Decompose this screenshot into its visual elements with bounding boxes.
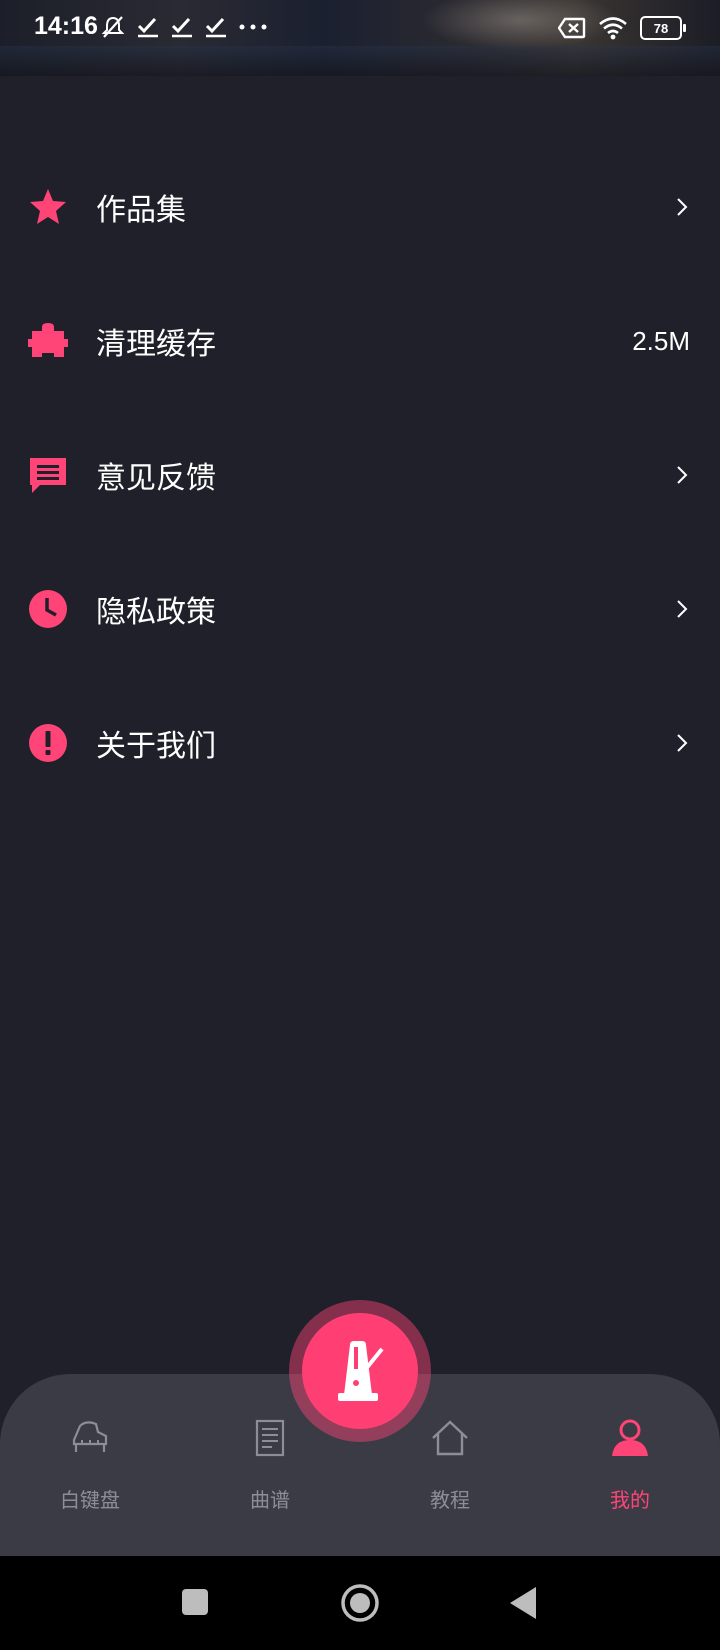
profile-page: 14:16 78 作品集 清理缓存 2.5M 意见反馈 隐私政策 关于我们 白键… bbox=[0, 0, 720, 1650]
mute-icon bbox=[101, 16, 125, 38]
settings-menu: 作品集 清理缓存 2.5M 意见反馈 隐私政策 关于我们 bbox=[0, 140, 720, 810]
chevron-right-icon bbox=[677, 198, 688, 216]
star-icon bbox=[30, 189, 66, 224]
check-icon bbox=[205, 17, 226, 38]
nav-tab-mine[interactable]: 我的 bbox=[540, 1374, 720, 1556]
nav-tab-label: 曲谱 bbox=[250, 1488, 290, 1512]
home-icon bbox=[432, 1420, 468, 1456]
nav-tab-label: 白键盘 bbox=[60, 1488, 120, 1512]
cache-size-value: 2.5M bbox=[632, 325, 690, 356]
chat-icon bbox=[30, 458, 66, 493]
menu-item-privacy-policy[interactable]: 隐私政策 bbox=[0, 542, 720, 676]
nav-tab-label: 教程 bbox=[430, 1488, 470, 1512]
battery-level: 78 bbox=[653, 20, 669, 36]
menu-item-label: 清理缓存 bbox=[96, 327, 216, 362]
check-icon bbox=[137, 17, 158, 38]
menu-item-label: 意见反馈 bbox=[96, 461, 216, 496]
metronome-button[interactable] bbox=[302, 1313, 418, 1429]
home-circle-icon[interactable] bbox=[340, 1583, 380, 1623]
chevron-right-icon bbox=[677, 600, 688, 618]
menu-item-label: 隐私政策 bbox=[96, 595, 216, 630]
sim-off-icon bbox=[558, 17, 586, 39]
menu-item-label: 关于我们 bbox=[96, 729, 216, 764]
status-bar-background-shade bbox=[0, 46, 720, 76]
check-icon bbox=[171, 17, 192, 38]
menu-item-feedback[interactable]: 意见反馈 bbox=[0, 408, 720, 542]
menu-item-about-us[interactable]: 关于我们 bbox=[0, 676, 720, 810]
system-navigation-bar bbox=[0, 1556, 720, 1650]
alert-icon bbox=[29, 724, 67, 762]
menu-item-clear-cache[interactable]: 清理缓存 2.5M bbox=[0, 274, 720, 408]
more-dots-icon bbox=[239, 24, 267, 30]
nav-tab-label: 我的 bbox=[610, 1488, 650, 1512]
back-triangle-icon[interactable] bbox=[508, 1585, 538, 1621]
menu-item-label: 作品集 bbox=[96, 193, 186, 228]
wifi-icon bbox=[599, 17, 627, 40]
sheet-icon bbox=[255, 1419, 285, 1457]
chevron-right-icon bbox=[677, 466, 688, 484]
recents-square-icon[interactable] bbox=[180, 1587, 210, 1617]
puzzle-icon bbox=[28, 323, 68, 357]
status-notification-icons bbox=[100, 14, 268, 40]
person-icon bbox=[612, 1419, 648, 1456]
status-bar: 14:16 78 bbox=[0, 0, 720, 76]
metronome-icon bbox=[338, 1341, 384, 1401]
status-system-icons: 78 bbox=[558, 14, 686, 42]
chevron-right-icon bbox=[677, 734, 688, 752]
clock-icon bbox=[29, 590, 67, 628]
nav-tab-white-keyboard[interactable]: 白键盘 bbox=[0, 1374, 180, 1556]
piano-icon bbox=[72, 1421, 108, 1452]
battery-icon: 78 bbox=[640, 16, 686, 40]
menu-item-portfolio[interactable]: 作品集 bbox=[0, 140, 720, 274]
status-time: 14:16 bbox=[34, 12, 98, 40]
